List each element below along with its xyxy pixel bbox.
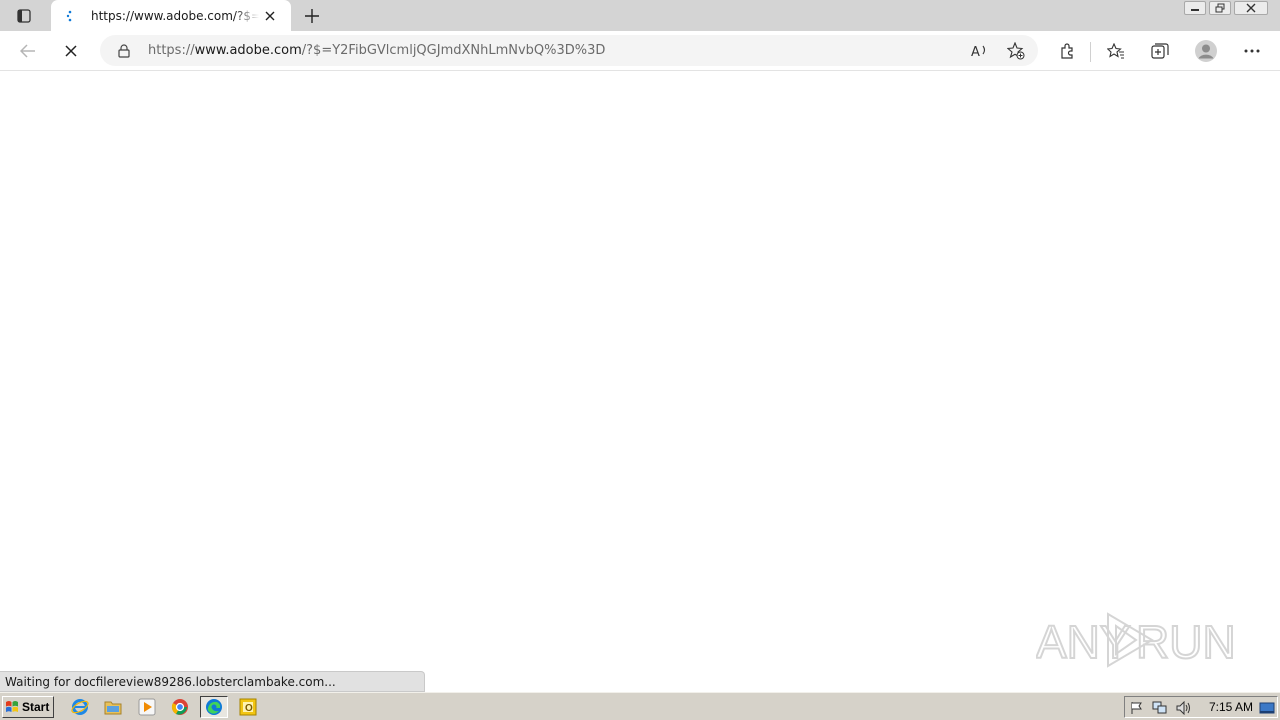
taskbar-clock[interactable]: 7:15 AM	[1209, 700, 1253, 714]
svg-text:A: A	[971, 45, 980, 59]
explorer-icon	[104, 701, 122, 715]
taskbar: Start O 7:15 AM	[0, 692, 1280, 720]
ie-icon	[71, 699, 89, 715]
svg-text:O: O	[245, 703, 253, 714]
plus-icon	[305, 9, 319, 23]
back-button[interactable]	[14, 37, 42, 65]
tab-active[interactable]: https://www.adobe.com/?$=Y2	[51, 0, 291, 31]
minimize-icon	[1191, 9, 1199, 11]
taskbar-ie[interactable]	[66, 696, 94, 718]
more-button[interactable]	[1238, 37, 1266, 65]
close-icon	[1246, 3, 1256, 13]
extensions-button[interactable]	[1053, 37, 1081, 65]
stop-loading-button[interactable]	[57, 37, 85, 65]
show-desktop-icon[interactable]	[1259, 700, 1275, 719]
lock-icon[interactable]	[118, 43, 130, 62]
watermark-right-text: RUN	[1136, 616, 1236, 668]
add-favorite-icon	[1007, 42, 1025, 60]
toolbar-divider	[1090, 42, 1091, 62]
favorites-icon	[1107, 43, 1124, 59]
page-content	[0, 71, 1280, 692]
status-text: Waiting for docfilereview89286.lobstercl…	[5, 675, 336, 689]
status-bubble: Waiting for docfilereview89286.lobstercl…	[0, 671, 425, 692]
url-path: /?$=Y2FibGVlcmljQGJmdXNhLmNvbQ%3D%3D	[301, 43, 606, 58]
chrome-icon	[171, 699, 188, 715]
tab-close-icon[interactable]	[261, 7, 279, 25]
taskbar-chrome[interactable]	[166, 696, 194, 718]
taskbar-outlook[interactable]: O	[234, 696, 262, 718]
network-icon[interactable]	[1152, 700, 1168, 719]
outlook-icon: O	[239, 698, 257, 716]
windows-logo-icon	[6, 701, 18, 712]
more-icon	[1244, 49, 1260, 53]
tab-title: https://www.adobe.com/?$=Y2	[91, 9, 259, 23]
anyrun-watermark: ANY RUN	[1035, 608, 1237, 672]
loading-spinner-icon	[63, 8, 77, 22]
action-center-flag-icon[interactable]	[1129, 700, 1145, 719]
collections-icon	[1151, 43, 1169, 59]
close-window-button[interactable]	[1234, 1, 1268, 15]
url-protocol: https://	[148, 43, 195, 58]
read-aloud-button[interactable]: A	[966, 37, 994, 65]
taskbar-media-player[interactable]	[133, 696, 161, 718]
new-tab-button[interactable]	[300, 4, 324, 28]
tab-actions-menu-icon[interactable]	[10, 5, 38, 27]
media-player-icon	[138, 698, 156, 716]
start-button[interactable]: Start	[2, 696, 54, 718]
system-tray: 7:15 AM	[1124, 696, 1278, 718]
favorites-button[interactable]	[1102, 37, 1130, 65]
taskbar-explorer[interactable]	[99, 696, 127, 718]
url-host: www.adobe.com	[194, 43, 302, 58]
back-icon	[20, 44, 35, 58]
profile-icon	[1195, 40, 1217, 62]
stop-icon	[65, 45, 77, 57]
edge-icon	[206, 699, 222, 715]
collections-button[interactable]	[1146, 37, 1174, 65]
tab-strip: https://www.adobe.com/?$=Y2	[0, 0, 1280, 31]
profile-button[interactable]	[1192, 37, 1220, 65]
minimize-button[interactable]	[1184, 1, 1206, 15]
read-aloud-icon: A	[971, 45, 986, 59]
restore-icon	[1215, 3, 1225, 13]
browser-toolbar: https://www.adobe.com/?$=Y2FibGVlcmljQGJ…	[0, 31, 1280, 71]
url-text[interactable]: https://www.adobe.com/?$=Y2FibGVlcmljQGJ…	[148, 42, 605, 59]
address-bar[interactable]: https://www.adobe.com/?$=Y2FibGVlcmljQGJ…	[100, 35, 1038, 66]
volume-icon[interactable]	[1176, 700, 1192, 719]
add-favorite-button[interactable]	[1002, 37, 1030, 65]
taskbar-edge[interactable]	[200, 696, 228, 718]
restore-button[interactable]	[1209, 1, 1231, 15]
start-label: Start	[22, 700, 50, 714]
extensions-icon	[1061, 43, 1073, 59]
